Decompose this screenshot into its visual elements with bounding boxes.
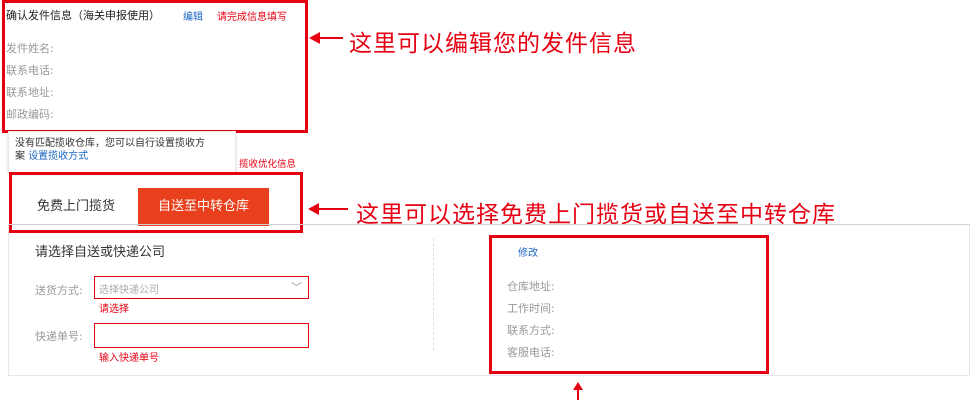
annotation-sender: 这里可以编辑您的发件信息	[349, 31, 637, 57]
tooltip-text: 没有匹配揽收仓库，您可以自行设置揽收方	[15, 138, 205, 149]
courier-select[interactable]: 选择快递公司 ﹀	[94, 276, 309, 299]
tracking-number-error: 输入快递单号	[99, 353, 159, 364]
arrow-line-sender	[319, 37, 343, 39]
panel-divider	[433, 238, 434, 350]
tracking-number-input[interactable]	[94, 323, 309, 348]
set-pickup-method-link[interactable]: 设置揽收方式	[28, 151, 88, 162]
sender-highlight-box	[2, 0, 308, 133]
optimize-info-link[interactable]: 揽收优化信息	[239, 156, 296, 170]
arrow-line-tabs	[318, 208, 348, 210]
pickup-tooltip: 没有匹配揽收仓库，您可以自行设置揽收方 案 设置揽收方式	[8, 131, 236, 173]
arrow-line-up	[577, 389, 579, 400]
form-title: 请选择自送或快递公司	[35, 245, 166, 260]
chevron-down-icon: ﹀	[291, 281, 302, 294]
delivery-method-label: 送货方式:	[35, 284, 83, 297]
courier-select-placeholder: 选择快递公司	[99, 285, 159, 296]
tooltip-text-suffix: 案	[15, 151, 25, 162]
warehouse-highlight-box	[489, 235, 769, 374]
courier-error: 请选择	[99, 304, 129, 315]
tracking-number-label: 快递单号:	[35, 330, 83, 343]
